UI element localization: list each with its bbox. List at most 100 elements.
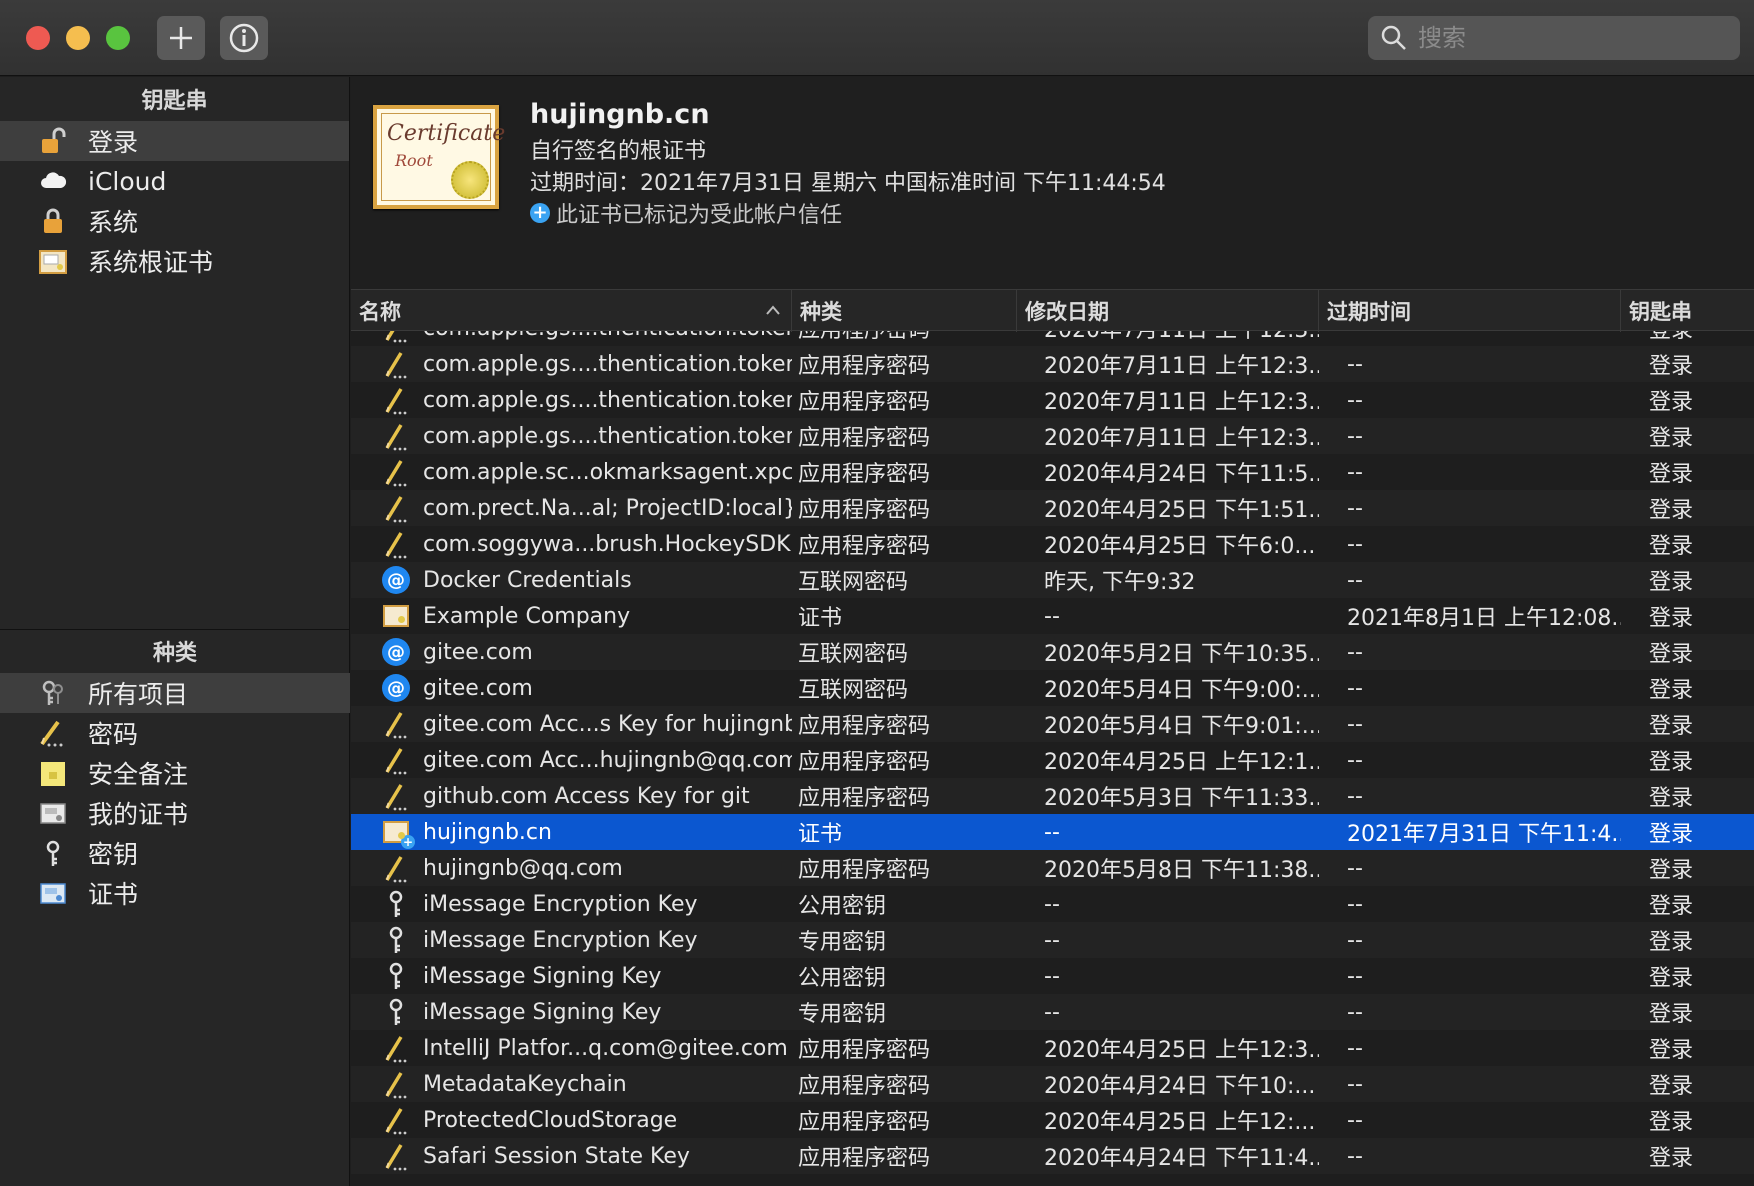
cell-modified: -- bbox=[1044, 819, 1060, 845]
trusted-certificate-icon: + bbox=[383, 821, 415, 849]
table-row[interactable]: hujingnb@qq.com 应用程序密码 2020年5月8日 下午11:38..… bbox=[351, 850, 1754, 886]
table-row[interactable]: gitee.com Acc...s Key for hujingnb 应用程序密码… bbox=[351, 706, 1754, 742]
sidebar-item-login[interactable]: 登录 bbox=[0, 121, 349, 161]
column-header-expires[interactable]: 过期时间 bbox=[1319, 290, 1621, 332]
cell-kind: 应用程序密码 bbox=[798, 534, 931, 559]
pencil-icon bbox=[385, 388, 407, 415]
pencil-icon bbox=[385, 748, 407, 775]
close-window-button[interactable] bbox=[26, 26, 50, 50]
cell-expires: -- bbox=[1347, 855, 1363, 881]
category-section: 种类 所有项目 密码 安全备注 我的证书 密钥 证书 bbox=[0, 629, 350, 913]
detail-trust-status: + 此证书已标记为受此帐户信任 bbox=[530, 197, 842, 229]
cell-text: com.apple.gs....thentication.token bbox=[423, 387, 792, 413]
cell-kind: 应用程序密码 bbox=[798, 1146, 931, 1171]
cell-keychain: 登录 bbox=[1649, 570, 1694, 595]
sidebar-item-system[interactable]: 系统 bbox=[0, 201, 349, 241]
detail-subtitle: 自行签名的根证书 bbox=[530, 139, 707, 164]
table-row[interactable]: + hujingnb.cn 证书 -- 2021年7月31日 下午11:4... 登录 bbox=[351, 814, 1754, 850]
zoom-window-button[interactable] bbox=[106, 26, 130, 50]
cell-kind: 应用程序密码 bbox=[798, 462, 931, 487]
cell-keychain: 登录 bbox=[1649, 1038, 1694, 1063]
lock-open-icon bbox=[38, 126, 68, 156]
cell-text: ProtectedCloudStorage bbox=[423, 1107, 678, 1133]
sidebar-item-keys[interactable]: 密钥 bbox=[0, 833, 350, 873]
cell-text: Example Company bbox=[423, 603, 631, 629]
cell-expires: -- bbox=[1347, 495, 1363, 521]
table-row[interactable]: iMessage Encryption Key 公用密钥 -- -- 登录 bbox=[351, 886, 1754, 922]
search-input[interactable] bbox=[1418, 24, 1718, 52]
table-row[interactable]: MetadataKeychain 应用程序密码 2020年4月24日 下午10:..… bbox=[351, 1066, 1754, 1102]
cell-modified: 2020年4月24日 下午11:4... bbox=[1044, 1146, 1319, 1171]
row-icon: @ bbox=[381, 637, 411, 667]
column-header-modified[interactable]: 修改日期 bbox=[1017, 290, 1319, 332]
cell-text: MetadataKeychain bbox=[423, 1071, 627, 1097]
pencil-icon bbox=[385, 1072, 407, 1099]
cell-name: com.apple.gs....thentication.token bbox=[381, 331, 792, 346]
minimize-window-button[interactable] bbox=[66, 26, 90, 50]
table-row[interactable]: com.apple.gs....thentication.token应用程序密码… bbox=[351, 346, 1754, 382]
table-row[interactable]: iMessage Encryption Key 专用密钥 -- -- 登录 bbox=[351, 922, 1754, 958]
cell-text: iMessage Signing Key bbox=[423, 963, 662, 989]
cell-kind: 应用程序密码 bbox=[798, 390, 931, 415]
sidebar-item-all-items[interactable]: 所有项目 bbox=[0, 673, 350, 713]
table-row[interactable]: com.apple.gs....thentication.token应用程序密码… bbox=[351, 382, 1754, 418]
sidebar-item-label: 我的证书 bbox=[88, 800, 189, 829]
table-row[interactable]: com.apple.gs....thentication.token应用程序密码… bbox=[351, 331, 1754, 346]
info-button[interactable] bbox=[220, 16, 268, 60]
plus-icon bbox=[170, 27, 192, 49]
item-detail-panel: Certificate Root hujingnb.cn 自行签名的根证书 过期… bbox=[351, 77, 1754, 289]
cell-text: gitee.com bbox=[423, 639, 533, 665]
cell-kind: 公用密钥 bbox=[798, 966, 887, 991]
cell-name: iMessage Encryption Key bbox=[381, 922, 792, 958]
cell-name: com.apple.sc...okmarksagent.xpc bbox=[381, 454, 792, 490]
cell-keychain: 登录 bbox=[1649, 1146, 1694, 1171]
table-row[interactable]: gitee.com Acc...hujingnb@qq.com 应用程序密码 202… bbox=[351, 742, 1754, 778]
cell-expires: -- bbox=[1347, 423, 1363, 449]
row-icon bbox=[381, 1033, 411, 1063]
table-row[interactable]: @ gitee.com 互联网密码 2020年5月4日 下午9:00:... -- 登录 bbox=[351, 670, 1754, 706]
add-item-button[interactable] bbox=[157, 16, 205, 60]
cell-name: com.apple.gs....thentication.token bbox=[381, 418, 792, 454]
table-row[interactable]: com.soggywa...brush.HockeySDK 应用程序密码 2020年… bbox=[351, 526, 1754, 562]
search-field[interactable] bbox=[1368, 16, 1740, 60]
sidebar-item-icloud[interactable]: iCloud bbox=[0, 161, 349, 201]
table-row[interactable]: github.com Access Key for git 应用程序密码 2020年… bbox=[351, 778, 1754, 814]
column-header-kind[interactable]: 种类 bbox=[792, 290, 1017, 332]
sidebar-item-certificates[interactable]: 证书 bbox=[0, 873, 350, 913]
table-row[interactable]: iMessage Signing Key 公用密钥 -- -- 登录 bbox=[351, 958, 1754, 994]
sidebar-item-my-certificates[interactable]: 我的证书 bbox=[0, 793, 350, 833]
table-row[interactable]: iMessage Signing Key 专用密钥 -- -- 登录 bbox=[351, 994, 1754, 1030]
table-row[interactable]: com.prect.Na...al; ProjectID:local} 应用程序密… bbox=[351, 490, 1754, 526]
table-row[interactable]: IntelliJ Platfor...q.com@gitee.com 应用程序密码… bbox=[351, 1030, 1754, 1066]
table-row[interactable]: @ Docker Credentials 互联网密码 昨天, 下午9:32 -- 登录 bbox=[351, 562, 1754, 598]
table-row[interactable]: @ gitee.com 互联网密码 2020年5月2日 下午10:35... -- 登录 bbox=[351, 634, 1754, 670]
row-icon: + bbox=[381, 817, 415, 849]
table-row[interactable]: com.apple.gs....thentication.token应用程序密码… bbox=[351, 418, 1754, 454]
cell-keychain: 登录 bbox=[1649, 966, 1694, 991]
cell-kind: 专用密钥 bbox=[798, 930, 887, 955]
column-header-keychain[interactable]: 钥匙串 bbox=[1621, 290, 1754, 332]
sidebar-item-system-roots[interactable]: 系统根证书 bbox=[0, 241, 349, 281]
table-row[interactable]: ProtectedCloudStorage 应用程序密码 2020年4月25日 上午… bbox=[351, 1102, 1754, 1138]
sidebar-item-secure-notes[interactable]: 安全备注 bbox=[0, 753, 350, 793]
column-header-name[interactable]: 名称 bbox=[351, 290, 792, 332]
pencil-icon bbox=[385, 352, 407, 379]
cloud-icon bbox=[38, 166, 68, 196]
key-icon bbox=[389, 890, 403, 917]
cell-modified: -- bbox=[1044, 963, 1060, 989]
cell-modified: 2020年5月4日 下午9:01:... bbox=[1044, 714, 1319, 739]
pencil-icon bbox=[385, 331, 407, 343]
table-row[interactable]: Example Company 证书 -- 2021年8月1日 上午12:08... 登… bbox=[351, 598, 1754, 634]
table-row[interactable]: com.apple.sc...okmarksagent.xpc 应用程序密码 202… bbox=[351, 454, 1754, 490]
categories-title: 种类 bbox=[152, 641, 197, 666]
table-row[interactable]: Safari Session State Key 应用程序密码 2020年4月24日… bbox=[351, 1138, 1754, 1174]
cell-keychain: 登录 bbox=[1649, 426, 1694, 451]
my-cert-icon bbox=[38, 798, 68, 828]
pencil-icon bbox=[385, 496, 407, 523]
cert-folder-icon bbox=[38, 246, 68, 276]
sidebar-item-passwords[interactable]: 密码 bbox=[0, 713, 350, 753]
cell-modified: 2020年5月2日 下午10:35... bbox=[1044, 642, 1319, 667]
row-icon bbox=[381, 961, 411, 991]
cell-kind: 互联网密码 bbox=[798, 678, 909, 703]
table-rows: com.apple.gs....thentication.token 应用程序密码… bbox=[351, 331, 1754, 1174]
